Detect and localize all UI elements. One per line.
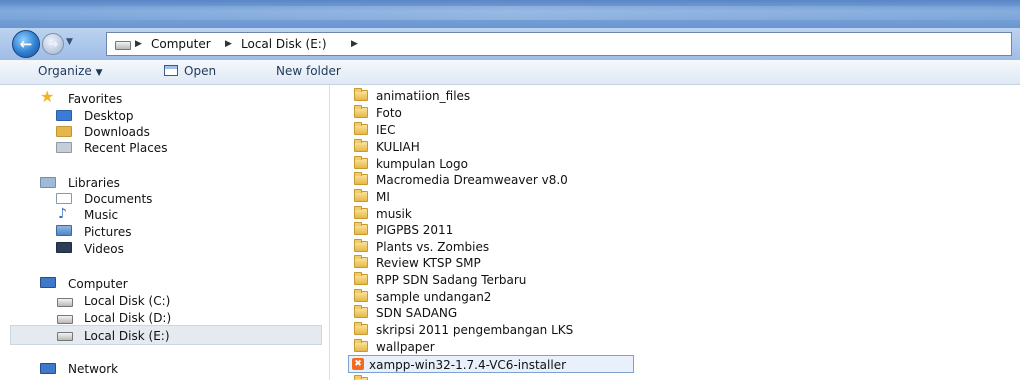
chevron-right-icon[interactable]: ▶ bbox=[351, 33, 358, 55]
nav-documents[interactable]: Documents bbox=[84, 191, 152, 207]
chevron-down-icon: ▼ bbox=[95, 68, 103, 78]
file-name: RPP SDN Sadang Terbaru bbox=[376, 273, 527, 287]
nav-favorites[interactable]: Favorites bbox=[68, 91, 122, 107]
address-box[interactable]: ▶ Computer ▶ Local Disk (E:) ▶ bbox=[106, 32, 1012, 56]
computer-icon bbox=[40, 277, 56, 288]
desktop-icon bbox=[56, 110, 72, 121]
explorer-window: ← → ▼ ▶ Computer ▶ Local Disk (E:) ▶ Org… bbox=[0, 0, 1020, 380]
chevron-right-icon[interactable]: ▶ bbox=[135, 33, 142, 55]
command-bar: Organize ▼ Open New folder bbox=[0, 60, 1020, 85]
folder-icon bbox=[354, 156, 368, 169]
drive-icon bbox=[115, 41, 131, 50]
downloads-icon bbox=[56, 126, 72, 137]
file-name: wallpaper bbox=[376, 340, 435, 354]
folder-icon bbox=[354, 305, 368, 318]
xampp-installer-icon: ✖ bbox=[352, 358, 364, 370]
folder-icon bbox=[354, 339, 368, 352]
breadcrumb-computer[interactable]: Computer bbox=[151, 33, 211, 55]
folder-icon bbox=[354, 189, 368, 202]
folder-icon bbox=[354, 255, 368, 268]
recent-pages-dropdown-icon[interactable]: ▼ bbox=[66, 37, 73, 47]
file-name: MI bbox=[376, 190, 390, 204]
folder-icon bbox=[354, 272, 368, 285]
recent-places-icon bbox=[56, 142, 72, 153]
nav-computer[interactable]: Computer bbox=[68, 276, 128, 292]
file-name: skripsi 2011 pengembangan LKS bbox=[376, 323, 574, 337]
drive-e-icon bbox=[57, 332, 73, 341]
file-name: IEC bbox=[376, 123, 396, 137]
pictures-icon bbox=[56, 225, 72, 236]
folder-icon bbox=[354, 222, 368, 235]
file-name: xampp-win32-1.7.4-VC6-installer bbox=[369, 358, 567, 372]
navigation-pane: ★ Favorites Desktop Downloads Recent Pla… bbox=[0, 85, 330, 380]
libraries-icon bbox=[40, 177, 56, 188]
folder-icon bbox=[354, 105, 368, 118]
forward-arrow-icon: → bbox=[47, 37, 59, 51]
folder-icon bbox=[354, 322, 368, 335]
folder-icon bbox=[354, 289, 368, 302]
nav-downloads[interactable]: Downloads bbox=[84, 124, 150, 140]
chevron-right-icon[interactable]: ▶ bbox=[225, 33, 232, 55]
videos-icon bbox=[56, 242, 72, 253]
folder-icon bbox=[354, 172, 368, 185]
nav-recent-places[interactable]: Recent Places bbox=[84, 140, 167, 156]
folder-icon bbox=[354, 88, 368, 101]
organize-label: Organize bbox=[38, 64, 92, 78]
list-item-selected[interactable]: ✖ xampp-win32-1.7.4-VC6-installer bbox=[348, 355, 634, 373]
folder-icon bbox=[354, 139, 368, 152]
documents-icon bbox=[56, 193, 72, 204]
open-button[interactable]: Open bbox=[164, 60, 216, 83]
music-note-icon: ♪ bbox=[58, 206, 67, 222]
nav-local-disk-c[interactable]: Local Disk (C:) bbox=[84, 293, 170, 309]
nav-pictures[interactable]: Pictures bbox=[84, 224, 132, 240]
forward-button[interactable]: → bbox=[42, 33, 64, 55]
back-button[interactable]: ← bbox=[12, 30, 40, 58]
file-name: Plants vs. Zombies bbox=[376, 240, 490, 254]
nav-local-disk-d[interactable]: Local Disk (D:) bbox=[84, 310, 171, 326]
file-name: sample undangan2 bbox=[376, 290, 492, 304]
nav-network[interactable]: Network bbox=[68, 361, 118, 377]
file-name: animatiion_files bbox=[376, 89, 471, 103]
file-name: Foto bbox=[376, 106, 402, 120]
file-name: PIGPBS 2011 bbox=[376, 223, 454, 237]
nav-desktop[interactable]: Desktop bbox=[84, 108, 134, 124]
open-label: Open bbox=[184, 64, 217, 78]
folder-icon bbox=[354, 206, 368, 219]
breadcrumb-local-disk-e[interactable]: Local Disk (E:) bbox=[241, 33, 327, 55]
open-window-icon bbox=[164, 65, 178, 76]
nav-music[interactable]: Music bbox=[84, 207, 118, 223]
folder-icon bbox=[354, 239, 368, 252]
nav-local-disk-e-label: Local Disk (E:) bbox=[84, 329, 170, 343]
file-name: SDN SADANG bbox=[376, 306, 458, 320]
organize-button[interactable]: Organize ▼ bbox=[38, 60, 103, 85]
file-name: kumpulan Logo bbox=[376, 157, 468, 171]
network-icon bbox=[40, 363, 56, 374]
star-icon: ★ bbox=[40, 87, 55, 106]
drive-d-icon bbox=[57, 315, 73, 324]
title-bar bbox=[0, 0, 1020, 28]
address-bar-area: ← → ▼ ▶ Computer ▶ Local Disk (E:) ▶ bbox=[0, 28, 1020, 60]
drive-c-icon bbox=[57, 298, 73, 307]
file-name: Macromedia Dreamweaver v8.0 bbox=[376, 173, 568, 187]
file-name: KULIAH bbox=[376, 140, 420, 154]
new-folder-button[interactable]: New folder bbox=[276, 60, 341, 83]
back-arrow-icon: ← bbox=[19, 35, 33, 53]
nav-libraries[interactable]: Libraries bbox=[68, 175, 120, 191]
nav-videos[interactable]: Videos bbox=[84, 241, 124, 257]
file-name: musik bbox=[376, 207, 412, 221]
file-list: animatiion_files Foto IEC KULIAH kumpula… bbox=[330, 85, 1020, 380]
folder-icon bbox=[354, 122, 368, 135]
nav-local-disk-e-selected[interactable]: Local Disk (E:) bbox=[10, 325, 322, 345]
file-name: Review KTSP SMP bbox=[376, 256, 481, 270]
